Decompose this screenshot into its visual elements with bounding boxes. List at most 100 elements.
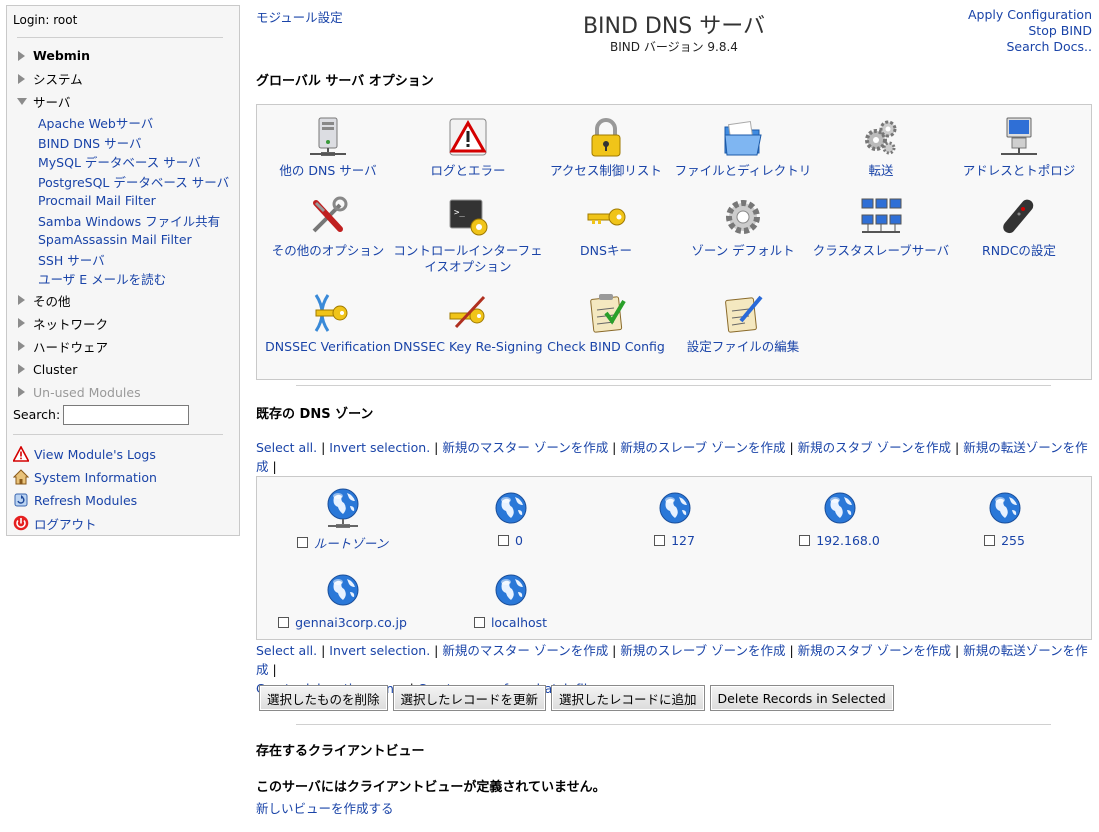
- zone-checkbox[interactable]: [654, 535, 666, 546]
- zone-checkbox[interactable]: [278, 617, 290, 628]
- zone-link-new-master[interactable]: 新規のマスター ゾーンを作成: [442, 440, 608, 455]
- search-docs-link[interactable]: Search Docs..: [1006, 39, 1092, 54]
- global-option-gears[interactable]: 転送: [806, 115, 956, 179]
- zone-link[interactable]: 255: [1001, 533, 1025, 548]
- logout-link[interactable]: ログアウト: [13, 512, 233, 535]
- globe-icon: [327, 574, 358, 606]
- zone-checkbox[interactable]: [296, 537, 308, 548]
- system-information-link[interactable]: System Information: [13, 466, 233, 489]
- zone-checkbox[interactable]: [984, 535, 996, 546]
- global-option-label: その他のオプション: [271, 243, 385, 258]
- sidebar-module-link[interactable]: BIND DNS サーバ: [13, 133, 233, 153]
- global-option-tools[interactable]: その他のオプション: [253, 195, 403, 259]
- sidebar-module-link[interactable]: SpamAssassin Mail Filter: [13, 230, 233, 250]
- page-header: モジュール設定 BIND DNS サーバ BIND バージョン 9.8.4 Ap…: [256, 0, 1092, 60]
- dns-zone-item[interactable]: gennai3corp.co.jp: [275, 573, 410, 630]
- zone-label-row: localhost: [443, 615, 578, 630]
- zone-checkbox[interactable]: [799, 535, 811, 546]
- apply-configuration-link[interactable]: Apply Configuration: [968, 7, 1092, 22]
- module-link-label: PostgreSQL データベース サーバ: [38, 174, 230, 190]
- sidebar-category-system[interactable]: システム: [13, 67, 233, 90]
- global-option-terminal[interactable]: >_ コントロールインターフェイスオプション: [393, 195, 543, 275]
- link-separator: |: [785, 440, 798, 455]
- sidebar-search: Search:: [13, 404, 233, 426]
- sidebar-module-link[interactable]: PostgreSQL データベース サーバ: [13, 172, 233, 192]
- sidebar-module-link[interactable]: Procmail Mail Filter: [13, 191, 233, 211]
- dns-zone-item[interactable]: 255: [937, 491, 1072, 548]
- zone-link-select-all[interactable]: Select all.: [256, 643, 317, 658]
- dns-zone-item[interactable]: 192.168.0: [772, 491, 907, 548]
- global-option-label: 転送: [868, 163, 894, 178]
- zone-link[interactable]: localhost: [491, 615, 547, 630]
- sidebar-category[interactable]: ハードウェア: [13, 335, 233, 358]
- zone-link-select-all[interactable]: Select all.: [256, 440, 317, 455]
- zone-link[interactable]: gennai3corp.co.jp: [295, 615, 407, 630]
- dns-zone-item[interactable]: 0: [443, 491, 578, 548]
- global-option-edit-form[interactable]: 設定ファイルの編集: [668, 291, 818, 355]
- global-option-server[interactable]: 他の DNS サーバ: [253, 115, 403, 179]
- global-option-remote-control[interactable]: RNDCの設定: [944, 195, 1094, 259]
- house-icon: [13, 469, 29, 485]
- zone-checkbox[interactable]: [473, 617, 485, 628]
- zone-link[interactable]: 127: [671, 533, 695, 548]
- sidebar-module-link[interactable]: Apache Webサーバ: [13, 113, 233, 133]
- sidebar-category-webmin[interactable]: Webmin: [13, 44, 233, 67]
- global-option-folder[interactable]: ファイルとディレクトリ: [668, 115, 818, 179]
- dns-zone-item[interactable]: ルートゾーン: [275, 487, 410, 552]
- global-option-label: RNDCの設定: [982, 243, 1056, 258]
- zone-link-invert[interactable]: Invert selection.: [329, 643, 430, 658]
- global-option-label: ゾーン デフォルト: [691, 243, 795, 258]
- global-option-warning[interactable]: ログとエラー: [393, 115, 543, 179]
- collapsed-triangle-icon: [18, 318, 25, 328]
- sidebar-module-link[interactable]: ユーザ E メールを読む: [13, 269, 233, 289]
- sidebar-category[interactable]: その他: [13, 289, 233, 312]
- zone-checkbox[interactable]: [498, 535, 510, 546]
- global-option-key-pen[interactable]: DNSSEC Key Re-Signing: [393, 291, 543, 355]
- global-option-dnssec-key[interactable]: DNSSEC Verification: [253, 291, 403, 355]
- zone-link[interactable]: 0: [515, 533, 523, 548]
- create-view-link[interactable]: 新しいビューを作成する: [256, 798, 394, 817]
- global-option-cluster[interactable]: クラスタスレーブサーバ: [806, 195, 956, 259]
- dns-zone-item[interactable]: localhost: [443, 573, 578, 630]
- global-option-checklist[interactable]: Check BIND Config: [531, 291, 681, 355]
- globe-icon: [824, 492, 855, 524]
- global-option-label: Check BIND Config: [547, 339, 665, 354]
- zone-link[interactable]: 192.168.0: [816, 533, 880, 548]
- sidebar-module-link[interactable]: Samba Windows ファイル共有: [13, 211, 233, 231]
- global-option-gear[interactable]: ゾーン デフォルト: [668, 195, 818, 259]
- sidebar-category[interactable]: ネットワーク: [13, 312, 233, 335]
- view-module-logs-link[interactable]: View Module's Logs: [13, 443, 233, 466]
- zone-action-buttons: 選択したものを削除 選択したレコードを更新 選択したレコードに追加 Delete…: [259, 685, 894, 711]
- refresh-modules-link[interactable]: Refresh Modules: [13, 489, 233, 512]
- link-separator: |: [430, 440, 443, 455]
- search-input[interactable]: [63, 404, 190, 425]
- global-option-label: アクセス制御リスト: [550, 163, 662, 178]
- zone-link-new-master[interactable]: 新規のマスター ゾーンを作成: [442, 643, 608, 658]
- dns-zone-item[interactable]: 127: [607, 491, 742, 548]
- zone-link-new-slave[interactable]: 新規のスレーブ ゾーンを作成: [620, 643, 785, 658]
- sidebar-module-link[interactable]: MySQL データベース サーバ: [13, 152, 233, 172]
- delete-selected-button[interactable]: 選択したものを削除: [259, 685, 388, 711]
- sidebar-category-servers[interactable]: サーバ: [13, 90, 233, 113]
- zone-link-invert[interactable]: Invert selection.: [329, 440, 430, 455]
- delete-records-button[interactable]: Delete Records in Selected: [709, 685, 894, 711]
- link-separator: |: [317, 440, 330, 455]
- sidebar-category[interactable]: Cluster: [13, 358, 233, 381]
- global-option-padlock[interactable]: アクセス制御リスト: [531, 115, 681, 179]
- stop-bind-link[interactable]: Stop BIND: [1028, 23, 1092, 38]
- global-option-network-computer[interactable]: アドレスとトポロジ: [944, 115, 1094, 179]
- zone-link-new-stub[interactable]: 新規のスタブ ゾーンを作成: [798, 440, 951, 455]
- sidebar-module-link[interactable]: SSH サーバ: [13, 250, 233, 270]
- update-records-button[interactable]: 選択したレコードを更新: [392, 685, 547, 711]
- zone-link[interactable]: ルートゾーン: [314, 533, 388, 552]
- zone-link-new-stub[interactable]: 新規のスタブ ゾーンを作成: [798, 643, 951, 658]
- sidebar-category[interactable]: Un-used Modules: [13, 381, 233, 404]
- add-records-button[interactable]: 選択したレコードに追加: [551, 685, 705, 711]
- global-option-key[interactable]: DNSキー: [531, 195, 681, 259]
- dnssec-key-icon: [314, 294, 348, 332]
- terminal-icon: >_: [449, 199, 488, 236]
- dns-zones-heading: 既存の DNS ゾーン: [256, 407, 374, 422]
- svg-text:>_: >_: [454, 208, 465, 218]
- zone-link-new-slave[interactable]: 新規のスレーブ ゾーンを作成: [620, 440, 785, 455]
- link-separator: |: [430, 643, 443, 658]
